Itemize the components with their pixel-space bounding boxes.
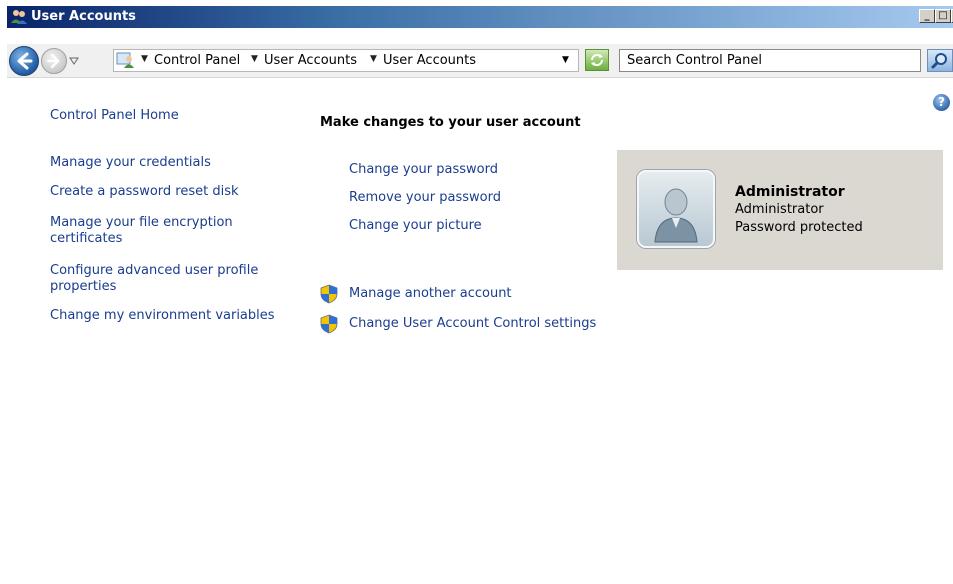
back-arrow-icon [17, 52, 33, 70]
address-bar[interactable]: ▼ Control Panel ▼ User Accounts ▼ User A… [113, 49, 579, 72]
back-button[interactable] [9, 46, 39, 76]
breadcrumb-user-accounts-current[interactable]: User Accounts [383, 53, 476, 68]
breadcrumb-arrow-icon[interactable]: ▼ [251, 54, 258, 64]
file-encryption-certificates-link[interactable]: Manage your file encryption certificates [50, 215, 270, 247]
account-status: Password protected [735, 220, 863, 235]
search-placeholder: Search Control Panel [627, 53, 762, 68]
user-avatar-icon [654, 188, 698, 243]
user-accounts-window: User Accounts _ □ X ▼ Control Panel [0, 0, 953, 584]
minimize-button[interactable]: _ [919, 9, 935, 23]
account-summary-panel: Administrator Administrator Password pro… [617, 150, 943, 270]
uac-shield-icon [320, 314, 338, 334]
help-icon[interactable]: ? [933, 94, 950, 111]
navigation-bar: ▼ Control Panel ▼ User Accounts ▼ User A… [7, 44, 953, 78]
content-area: ? Control Panel Home Manage your credent… [7, 78, 953, 584]
page-heading: Make changes to your user account [320, 115, 581, 130]
control-panel-home-link[interactable]: Control Panel Home [50, 108, 179, 124]
breadcrumb-arrow-icon[interactable]: ▼ [370, 54, 377, 64]
remove-password-link[interactable]: Remove your password [349, 190, 501, 205]
title-bar[interactable]: User Accounts _ □ X [7, 6, 953, 28]
change-password-link[interactable]: Change your password [349, 162, 498, 177]
uac-settings-label: Change User Account Control settings [349, 316, 597, 331]
manage-credentials-link[interactable]: Manage your credentials [50, 155, 211, 171]
forward-button[interactable] [41, 48, 67, 74]
search-icon [931, 53, 947, 69]
refresh-button[interactable] [585, 49, 609, 71]
maximize-button[interactable]: □ [935, 9, 951, 23]
password-reset-disk-link[interactable]: Create a password reset disk [50, 184, 239, 200]
search-button[interactable] [927, 49, 953, 72]
address-dropdown-icon[interactable]: ▼ [562, 55, 569, 65]
refresh-icon [591, 54, 603, 66]
environment-variables-link[interactable]: Change my environment variables [50, 308, 275, 324]
manage-another-account-label: Manage another account [349, 286, 512, 301]
change-picture-link[interactable]: Change your picture [349, 218, 482, 233]
advanced-profile-properties-link[interactable]: Configure advanced user profile properti… [50, 263, 290, 295]
control-panel-icon [116, 52, 134, 68]
account-name: Administrator [735, 184, 845, 200]
account-type: Administrator [735, 202, 824, 217]
history-dropdown-icon[interactable] [69, 57, 79, 65]
search-input[interactable]: Search Control Panel [619, 49, 921, 72]
avatar[interactable] [637, 170, 715, 248]
uac-shield-icon [320, 284, 338, 304]
forward-arrow-icon [46, 53, 60, 69]
window-title: User Accounts [31, 9, 136, 24]
breadcrumb-arrow-icon[interactable]: ▼ [141, 54, 148, 64]
user-accounts-icon [11, 10, 27, 24]
breadcrumb-user-accounts[interactable]: User Accounts [264, 53, 357, 68]
breadcrumb-control-panel[interactable]: Control Panel [154, 53, 240, 68]
